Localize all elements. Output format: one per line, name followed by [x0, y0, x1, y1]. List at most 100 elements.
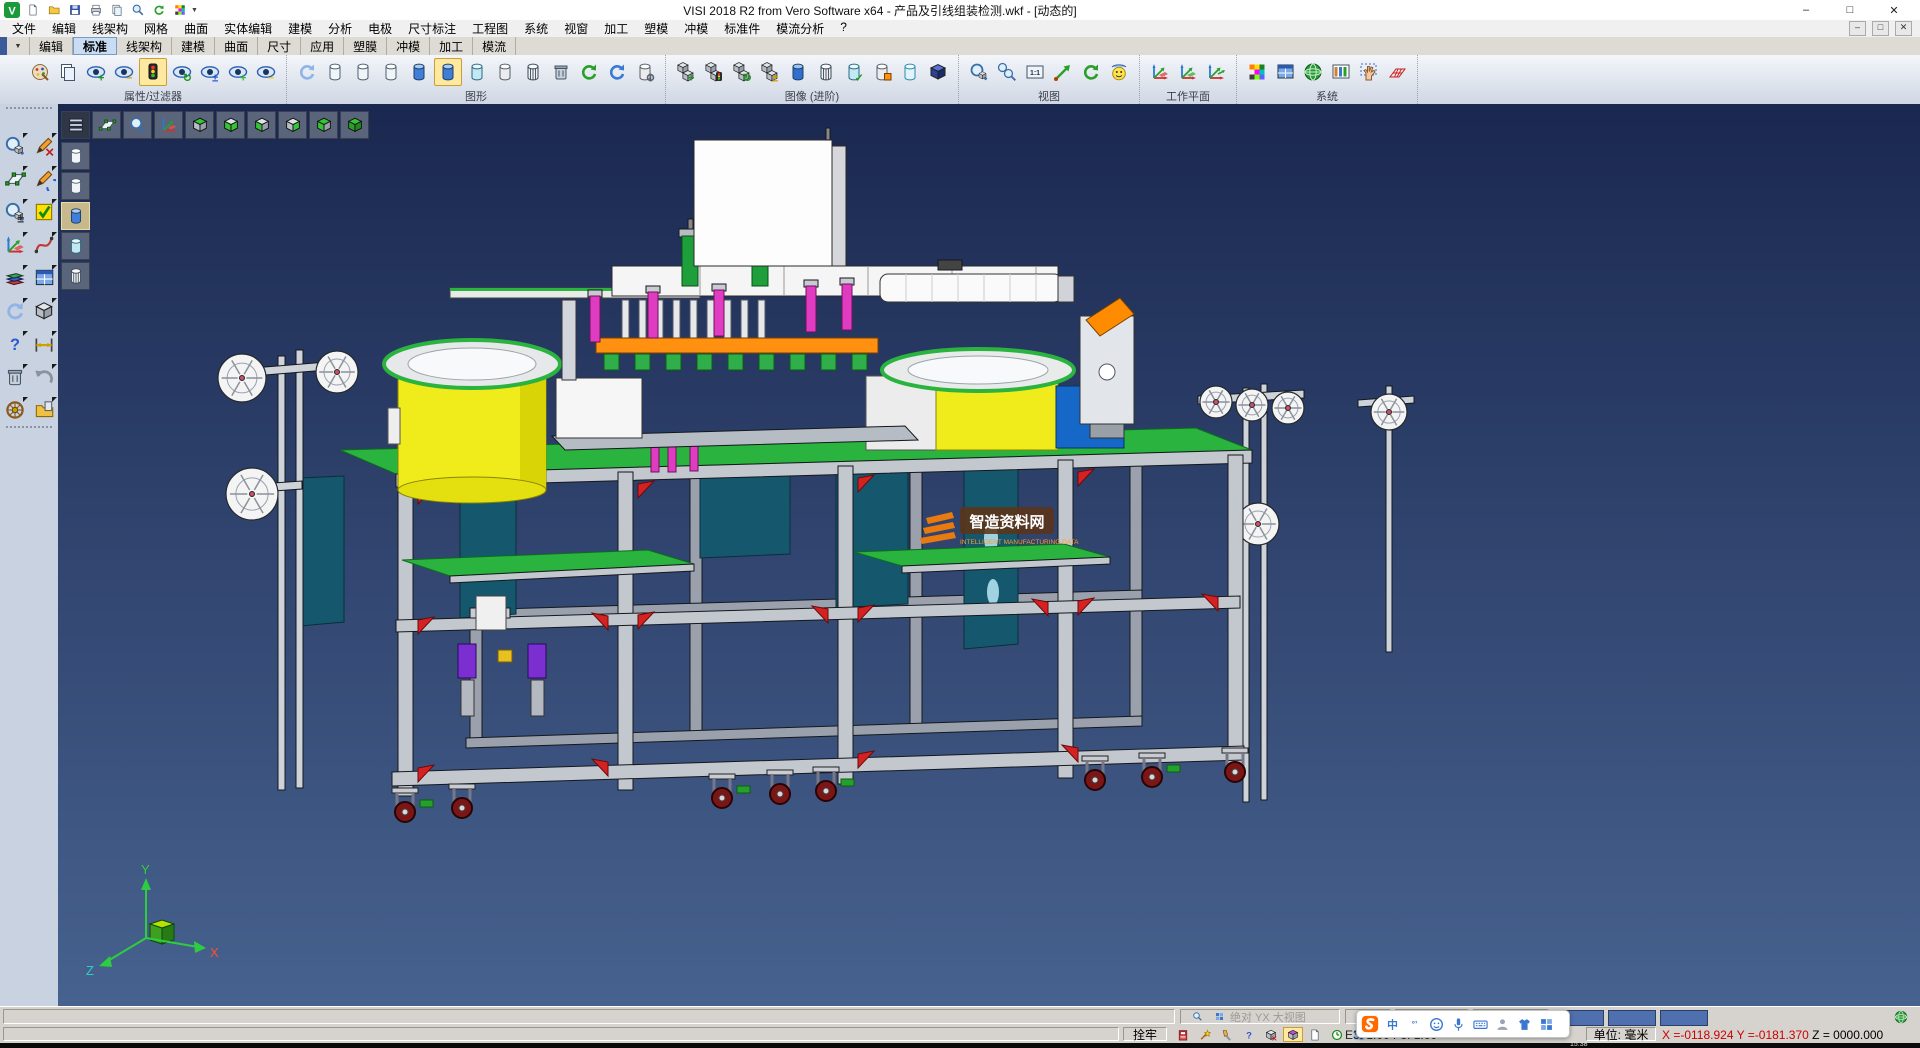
chisel-tool-icon[interactable] [1217, 1027, 1237, 1042]
dynamic-pan-icon[interactable] [1050, 59, 1076, 85]
menu-item-6[interactable]: 建模 [280, 20, 320, 37]
dynamic-rotate-icon[interactable] [1078, 59, 1104, 85]
view-face-icon[interactable] [1106, 59, 1132, 85]
solid-wire-icon[interactable] [897, 59, 923, 85]
menu-item-10[interactable]: 工程图 [464, 20, 516, 37]
purge-graphics-icon[interactable] [548, 59, 574, 85]
tab-9[interactable]: 加工 [430, 37, 473, 55]
quick-access-dropdown-icon[interactable]: ▼ [191, 7, 198, 14]
viewport-3d-scene[interactable]: 智造资料网 INTELLIGENT MANUFACTURING DATA Y X… [58, 104, 1920, 1006]
tab-7[interactable]: 塑膜 [344, 37, 387, 55]
viewport-3d[interactable]: 智造资料网 INTELLIGENT MANUFACTURING DATA Y X… [58, 104, 1920, 1006]
caster-wheel[interactable] [767, 770, 793, 804]
view-iso-icon[interactable] [340, 111, 369, 139]
view-right-icon[interactable] [278, 111, 307, 139]
viewport-menu-icon[interactable] [61, 111, 90, 139]
tab-2[interactable]: 线架构 [117, 37, 172, 55]
taskbar-strip[interactable]: 15:38 [0, 1043, 1920, 1048]
menu-item-4[interactable]: 曲面 [176, 20, 216, 37]
display-shaded-icon[interactable] [61, 202, 90, 230]
maximize-button[interactable]: □ [1828, 1, 1872, 20]
system-colors-icon[interactable] [1244, 59, 1270, 85]
copy-attributes-icon[interactable] [55, 59, 81, 85]
open-file-icon[interactable] [45, 2, 63, 19]
solid-add-icon[interactable]: + [673, 59, 699, 85]
refresh-tool-icon[interactable] [150, 2, 168, 19]
wireframe-view-icon[interactable] [322, 59, 348, 85]
filter-toggle-icon[interactable]: ± [197, 59, 223, 85]
tape-reel[interactable] [1371, 394, 1407, 430]
tab-10[interactable]: 模流 [473, 37, 516, 55]
regen-graphics-icon[interactable] [294, 59, 320, 85]
system-table-icon[interactable] [1328, 59, 1354, 85]
tab-0[interactable]: 编辑 [30, 37, 73, 55]
ime-toolbox-icon[interactable] [1536, 1013, 1556, 1035]
tape-reel[interactable] [316, 351, 358, 393]
display-translucent-icon[interactable] [61, 232, 90, 260]
selection-filter-icon[interactable] [1356, 59, 1382, 85]
close-button[interactable]: ✕ [1872, 1, 1916, 20]
filter-traffic-light-icon[interactable] [139, 58, 167, 86]
mdi-restore-button[interactable]: □ [1872, 21, 1889, 36]
timer-icon[interactable] [1327, 1027, 1347, 1042]
view-bottom-icon[interactable] [216, 111, 245, 139]
undo-icon[interactable] [31, 364, 57, 390]
validate-icon[interactable] [31, 199, 57, 225]
dashed-hidden-view-icon[interactable] [378, 59, 404, 85]
help-icon[interactable]: ? [2, 331, 28, 357]
units-segment[interactable]: 单位: 毫米 [1586, 1027, 1656, 1041]
palette-icon[interactable] [171, 2, 189, 19]
web-globe-icon[interactable] [1891, 1009, 1911, 1024]
lock-toggle[interactable]: 拴牢 [1123, 1027, 1167, 1041]
viewports-icon[interactable] [31, 265, 57, 291]
solid-toggle-icon[interactable]: ± [757, 59, 783, 85]
display-hatched-icon[interactable] [61, 262, 90, 290]
clipboard-icon[interactable] [31, 397, 57, 423]
display-wireframe-icon[interactable] [61, 142, 90, 170]
print-icon[interactable] [87, 2, 105, 19]
ime-account-icon[interactable] [1492, 1013, 1512, 1035]
menu-item-16[interactable]: 标准件 [716, 20, 768, 37]
solid-shaded-icon[interactable] [785, 59, 811, 85]
color-swatch-1[interactable] [1608, 1010, 1656, 1026]
flat-view-icon[interactable] [492, 59, 518, 85]
ime-skin-icon[interactable] [1514, 1013, 1534, 1035]
menu-item-3[interactable]: 网格 [136, 20, 176, 37]
solid-verify-icon[interactable]: ✓ [841, 59, 867, 85]
filter-show-icon[interactable]: + [83, 59, 109, 85]
workplane-entity-icon[interactable] [1175, 59, 1201, 85]
grid-settings-icon[interactable] [1384, 59, 1410, 85]
menu-item-12[interactable]: 视窗 [556, 20, 596, 37]
menu-item-18[interactable]: ? [832, 20, 855, 37]
menu-item-7[interactable]: 分析 [320, 20, 360, 37]
workplane-info-segment[interactable]: 绝对 YX 大视图 [1180, 1009, 1340, 1024]
select-zoom-icon[interactable] [2, 133, 28, 159]
attributes-palette-icon[interactable] [27, 59, 53, 85]
tape-reel[interactable] [226, 468, 278, 520]
system-window-icon[interactable] [1272, 59, 1298, 85]
filter-refresh-icon[interactable]: ↻ [169, 59, 195, 85]
viewport-zoom-icon[interactable] [123, 111, 152, 139]
workplane-rotate-icon[interactable] [1203, 59, 1229, 85]
hatched-view-icon[interactable] [520, 59, 546, 85]
zoom-window-icon[interactable] [994, 59, 1020, 85]
ime-voice-icon[interactable] [1448, 1013, 1468, 1035]
copy-icon[interactable] [108, 2, 126, 19]
edit-delete-icon[interactable]: ✕ [31, 133, 57, 159]
tape-reel[interactable] [1200, 386, 1232, 418]
caster-wheel[interactable] [449, 784, 475, 818]
web-globe-icon[interactable] [1890, 1009, 1912, 1024]
view-top-icon[interactable] [185, 111, 214, 139]
tab-4[interactable]: 曲面 [215, 37, 258, 55]
sogou-logo-icon[interactable] [1360, 1013, 1380, 1035]
snap-cube-icon[interactable]: ✕ [1261, 1027, 1281, 1042]
view-left-icon[interactable] [247, 111, 276, 139]
layers-icon[interactable] [2, 265, 28, 291]
regen-icon[interactable] [2, 298, 28, 324]
menu-item-9[interactable]: 尺寸标注 [400, 20, 464, 37]
minimize-button[interactable]: – [1784, 1, 1828, 20]
menu-item-2[interactable]: 线架构 [84, 20, 136, 37]
solid-hatched-icon[interactable] [813, 59, 839, 85]
menu-item-15[interactable]: 冲模 [676, 20, 716, 37]
tape-reel[interactable] [218, 354, 266, 402]
